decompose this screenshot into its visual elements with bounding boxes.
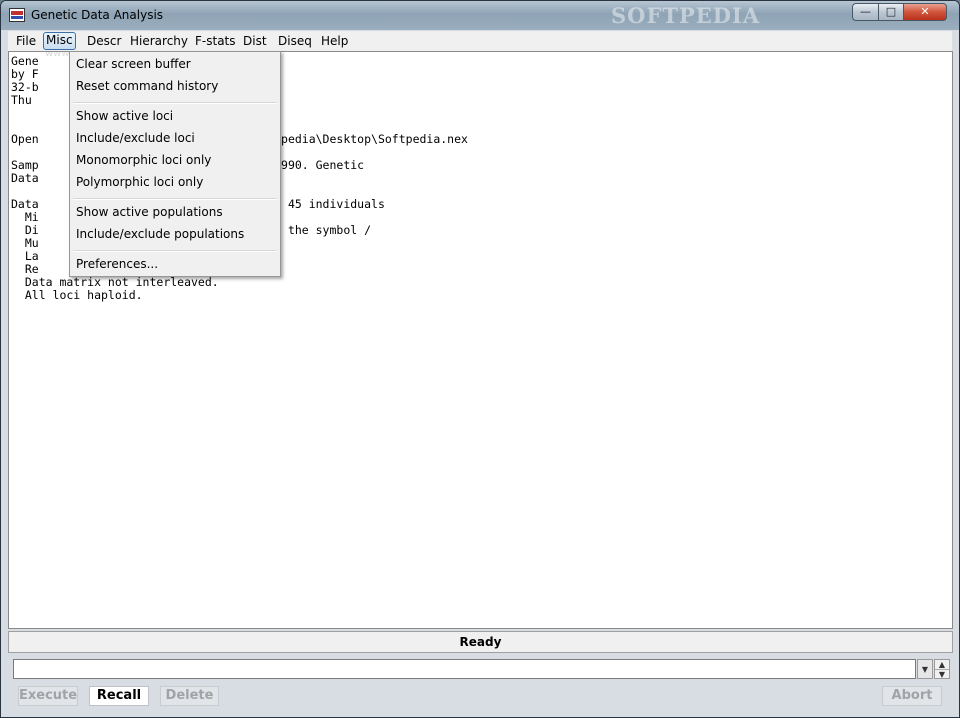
menu-item-preferences[interactable]: Preferences... bbox=[76, 256, 158, 272]
execute-button[interactable]: Execute bbox=[18, 686, 78, 706]
menu-dist[interactable]: Dist bbox=[241, 33, 269, 49]
menu-help[interactable]: Help bbox=[319, 33, 350, 49]
menu-file[interactable]: File bbox=[14, 33, 38, 49]
scroll-down-icon[interactable]: ▼ bbox=[935, 669, 949, 679]
menu-item-show-active-loci[interactable]: Show active loci bbox=[76, 108, 173, 124]
app-window: Genetic Data Analysis SOFTPEDIA — □ ✕ Fi… bbox=[0, 0, 960, 718]
status-bar: Ready bbox=[8, 631, 953, 653]
abort-button[interactable]: Abort bbox=[882, 686, 942, 706]
menu-item-polymorphic-loci-only[interactable]: Polymorphic loci only bbox=[76, 174, 203, 190]
menu-separator bbox=[73, 250, 277, 252]
menu-item-include-exclude-populations[interactable]: Include/exclude populations bbox=[76, 226, 244, 242]
command-scroll-buttons[interactable]: ▲ ▼ bbox=[934, 659, 950, 679]
console-line: Thu bbox=[11, 93, 32, 107]
delete-button[interactable]: Delete bbox=[160, 686, 219, 706]
menu-f-stats[interactable]: F-stats bbox=[193, 33, 238, 49]
console-line: All loci haploid. bbox=[11, 288, 143, 302]
chevron-down-icon: ▼ bbox=[921, 665, 929, 674]
menu-separator bbox=[73, 102, 277, 104]
menu-item-clear-screen-buffer[interactable]: Clear screen buffer bbox=[76, 56, 191, 72]
close-button[interactable]: ✕ bbox=[903, 3, 947, 21]
menu-bar: File Misc Descr Hierarchy F-stats Dist D… bbox=[8, 31, 952, 51]
maximize-button[interactable]: □ bbox=[878, 3, 904, 21]
menu-hierarchy[interactable]: Hierarchy bbox=[128, 33, 190, 49]
command-input[interactable] bbox=[13, 659, 916, 679]
watermark-text: SOFTPEDIA bbox=[611, 3, 761, 28]
menu-diseq[interactable]: Diseq bbox=[276, 33, 314, 49]
window-title: Genetic Data Analysis bbox=[31, 8, 164, 22]
menu-item-reset-command-history[interactable]: Reset command history bbox=[76, 78, 218, 94]
menu-separator bbox=[73, 198, 277, 200]
app-icon[interactable] bbox=[9, 8, 25, 22]
menu-item-show-active-populations[interactable]: Show active populations bbox=[76, 204, 223, 220]
menu-item-include-exclude-loci[interactable]: Include/exclude loci bbox=[76, 130, 195, 146]
minimize-button[interactable]: — bbox=[852, 3, 879, 21]
history-dropdown-button[interactable]: ▼ bbox=[917, 659, 933, 679]
scroll-up-icon[interactable]: ▲ bbox=[935, 660, 949, 669]
menu-misc[interactable]: Misc bbox=[43, 32, 76, 50]
misc-menu-dropdown: Clear screen buffer Reset command histor… bbox=[69, 51, 281, 277]
menu-descr[interactable]: Descr bbox=[85, 33, 123, 49]
recall-button[interactable]: Recall bbox=[89, 686, 149, 706]
menu-item-monomorphic-loci-only[interactable]: Monomorphic loci only bbox=[76, 152, 211, 168]
title-bar: Genetic Data Analysis SOFTPEDIA — □ ✕ bbox=[1, 1, 959, 30]
